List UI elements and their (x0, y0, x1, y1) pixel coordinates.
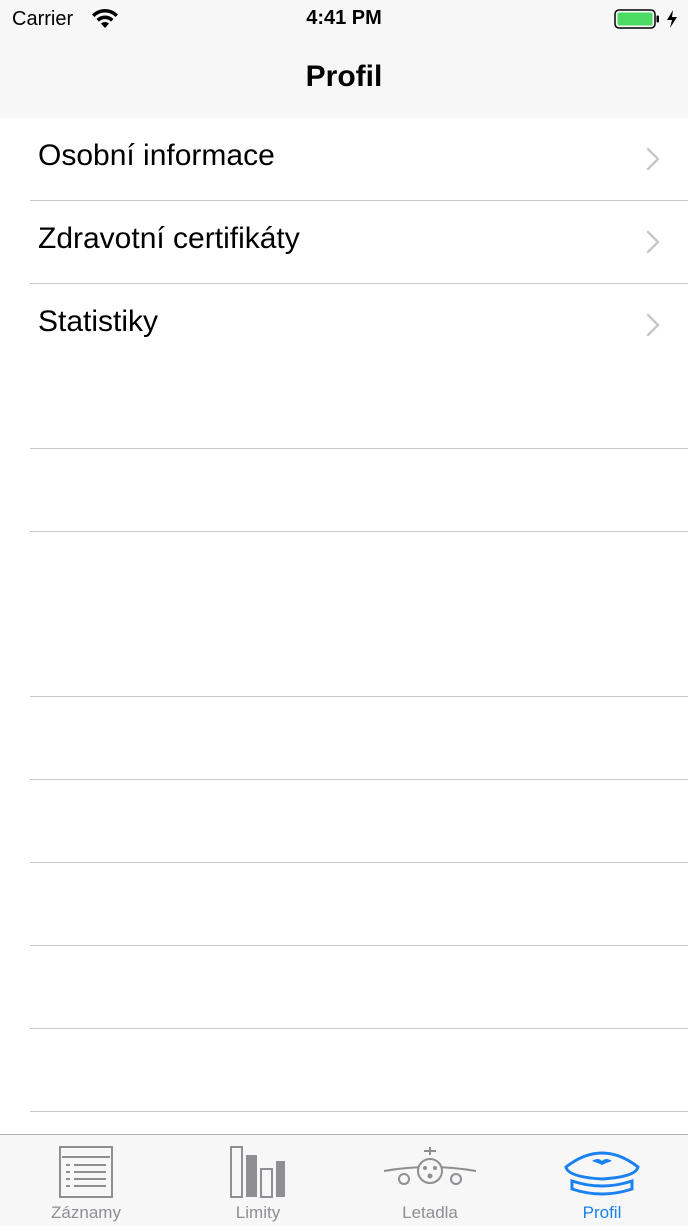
profile-menu-list: Osobní informace Zdravotní certifikáty S… (0, 118, 688, 1112)
pilot-cap-icon (564, 1151, 640, 1196)
menu-item-label: Zdravotní certifikáty (38, 222, 300, 255)
menu-item-statistics[interactable]: Statistiky (30, 284, 688, 449)
chevron-right-icon (646, 313, 660, 337)
tab-aircraft[interactable]: Letadla (344, 1135, 516, 1226)
tab-records[interactable]: Záznamy (0, 1135, 172, 1226)
empty-row (30, 697, 688, 780)
tab-limits[interactable]: Limity (172, 1135, 344, 1226)
bar-chart-icon (230, 1146, 285, 1198)
airplane-icon (383, 1147, 477, 1185)
menu-item-personal-info[interactable]: Osobní informace (30, 118, 688, 201)
empty-row (30, 946, 688, 1029)
tab-bar: Záznamy Limity Letadla Profil (0, 1134, 688, 1226)
page-title: Profil (305, 60, 383, 93)
navigation-bar: Profil (0, 40, 688, 118)
menu-item-label: Statistiky (38, 305, 159, 338)
empty-row (30, 780, 688, 863)
menu-item-health-certificates[interactable]: Zdravotní certifikáty (30, 201, 688, 284)
tab-profile[interactable]: Profil (516, 1135, 688, 1226)
empty-row (30, 532, 688, 697)
empty-row (30, 1029, 688, 1112)
records-icon (59, 1146, 113, 1198)
empty-row (30, 863, 688, 946)
battery-icon (614, 9, 659, 29)
charging-bolt-icon (667, 10, 677, 28)
status-bar: Carrier 4:41 PM (0, 0, 688, 40)
chevron-right-icon (646, 147, 660, 171)
chevron-right-icon (646, 230, 660, 254)
tab-label: Profil (582, 1203, 622, 1222)
tab-label: Limity (235, 1203, 281, 1222)
tab-label: Záznamy (51, 1203, 121, 1222)
menu-item-label: Osobní informace (38, 139, 275, 172)
tab-label: Letadla (402, 1203, 458, 1222)
status-time: 4:41 PM (306, 7, 382, 29)
empty-row (30, 449, 688, 532)
